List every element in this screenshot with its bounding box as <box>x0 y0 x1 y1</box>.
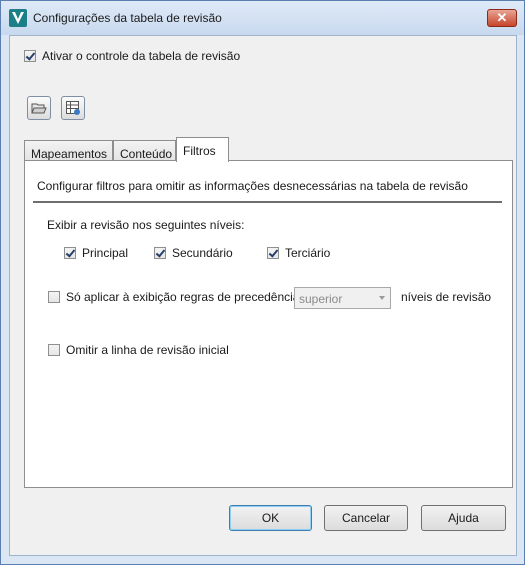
dialog-window: Configurações da tabela de revisão ✕ Ati… <box>0 0 525 565</box>
panel-divider <box>33 201 502 203</box>
precedence-label: Só aplicar à exibição regras de precedên… <box>66 290 300 304</box>
dialog-body: Ativar o controle da tabela de revisão M… <box>9 35 517 556</box>
table-settings-button[interactable] <box>61 96 85 120</box>
precedence-select[interactable]: superior <box>294 287 391 309</box>
app-logo-icon <box>9 9 27 27</box>
help-button[interactable]: Ajuda <box>421 505 506 531</box>
omit-initial-checkbox[interactable] <box>48 344 60 356</box>
activate-checkbox[interactable] <box>24 50 36 62</box>
close-button[interactable]: ✕ <box>487 9 517 27</box>
chevron-down-icon <box>379 296 385 300</box>
tab-conteudo[interactable]: Conteúdo <box>113 140 176 162</box>
precedence-select-value: superior <box>299 292 343 306</box>
tab-mapeamentos[interactable]: Mapeamentos <box>24 140 113 162</box>
filters-panel: Configurar filtros para omitir as inform… <box>24 160 513 488</box>
level-principal-label: Principal <box>82 246 129 260</box>
levels-label: Exibir a revisão nos seguintes níveis: <box>47 218 245 232</box>
precedence-checkbox[interactable] <box>48 291 60 303</box>
level-secundario-checkbox[interactable] <box>154 247 166 259</box>
precedence-suffix: níveis de revisão <box>401 290 492 304</box>
level-terciario-checkbox[interactable] <box>267 247 279 259</box>
window-title: Configurações da tabela de revisão <box>33 11 222 25</box>
open-folder-icon <box>31 103 47 114</box>
table-settings-icon <box>66 101 80 115</box>
filters-description: Configurar filtros para omitir as inform… <box>37 179 468 193</box>
level-principal-checkbox[interactable] <box>64 247 76 259</box>
level-secundario-label: Secundário <box>172 246 233 260</box>
level-terciario-label: Terciário <box>285 246 331 260</box>
omit-initial-label: Omitir a linha de revisão inicial <box>66 343 229 357</box>
title-bar: Configurações da tabela de revisão ✕ <box>1 1 524 35</box>
activate-label: Ativar o controle da tabela de revisão <box>42 49 241 63</box>
ok-button[interactable]: OK <box>229 505 312 531</box>
open-folder-button[interactable] <box>27 96 51 120</box>
tab-filtros[interactable]: Filtros <box>176 137 229 162</box>
cancel-button[interactable]: Cancelar <box>324 505 408 531</box>
